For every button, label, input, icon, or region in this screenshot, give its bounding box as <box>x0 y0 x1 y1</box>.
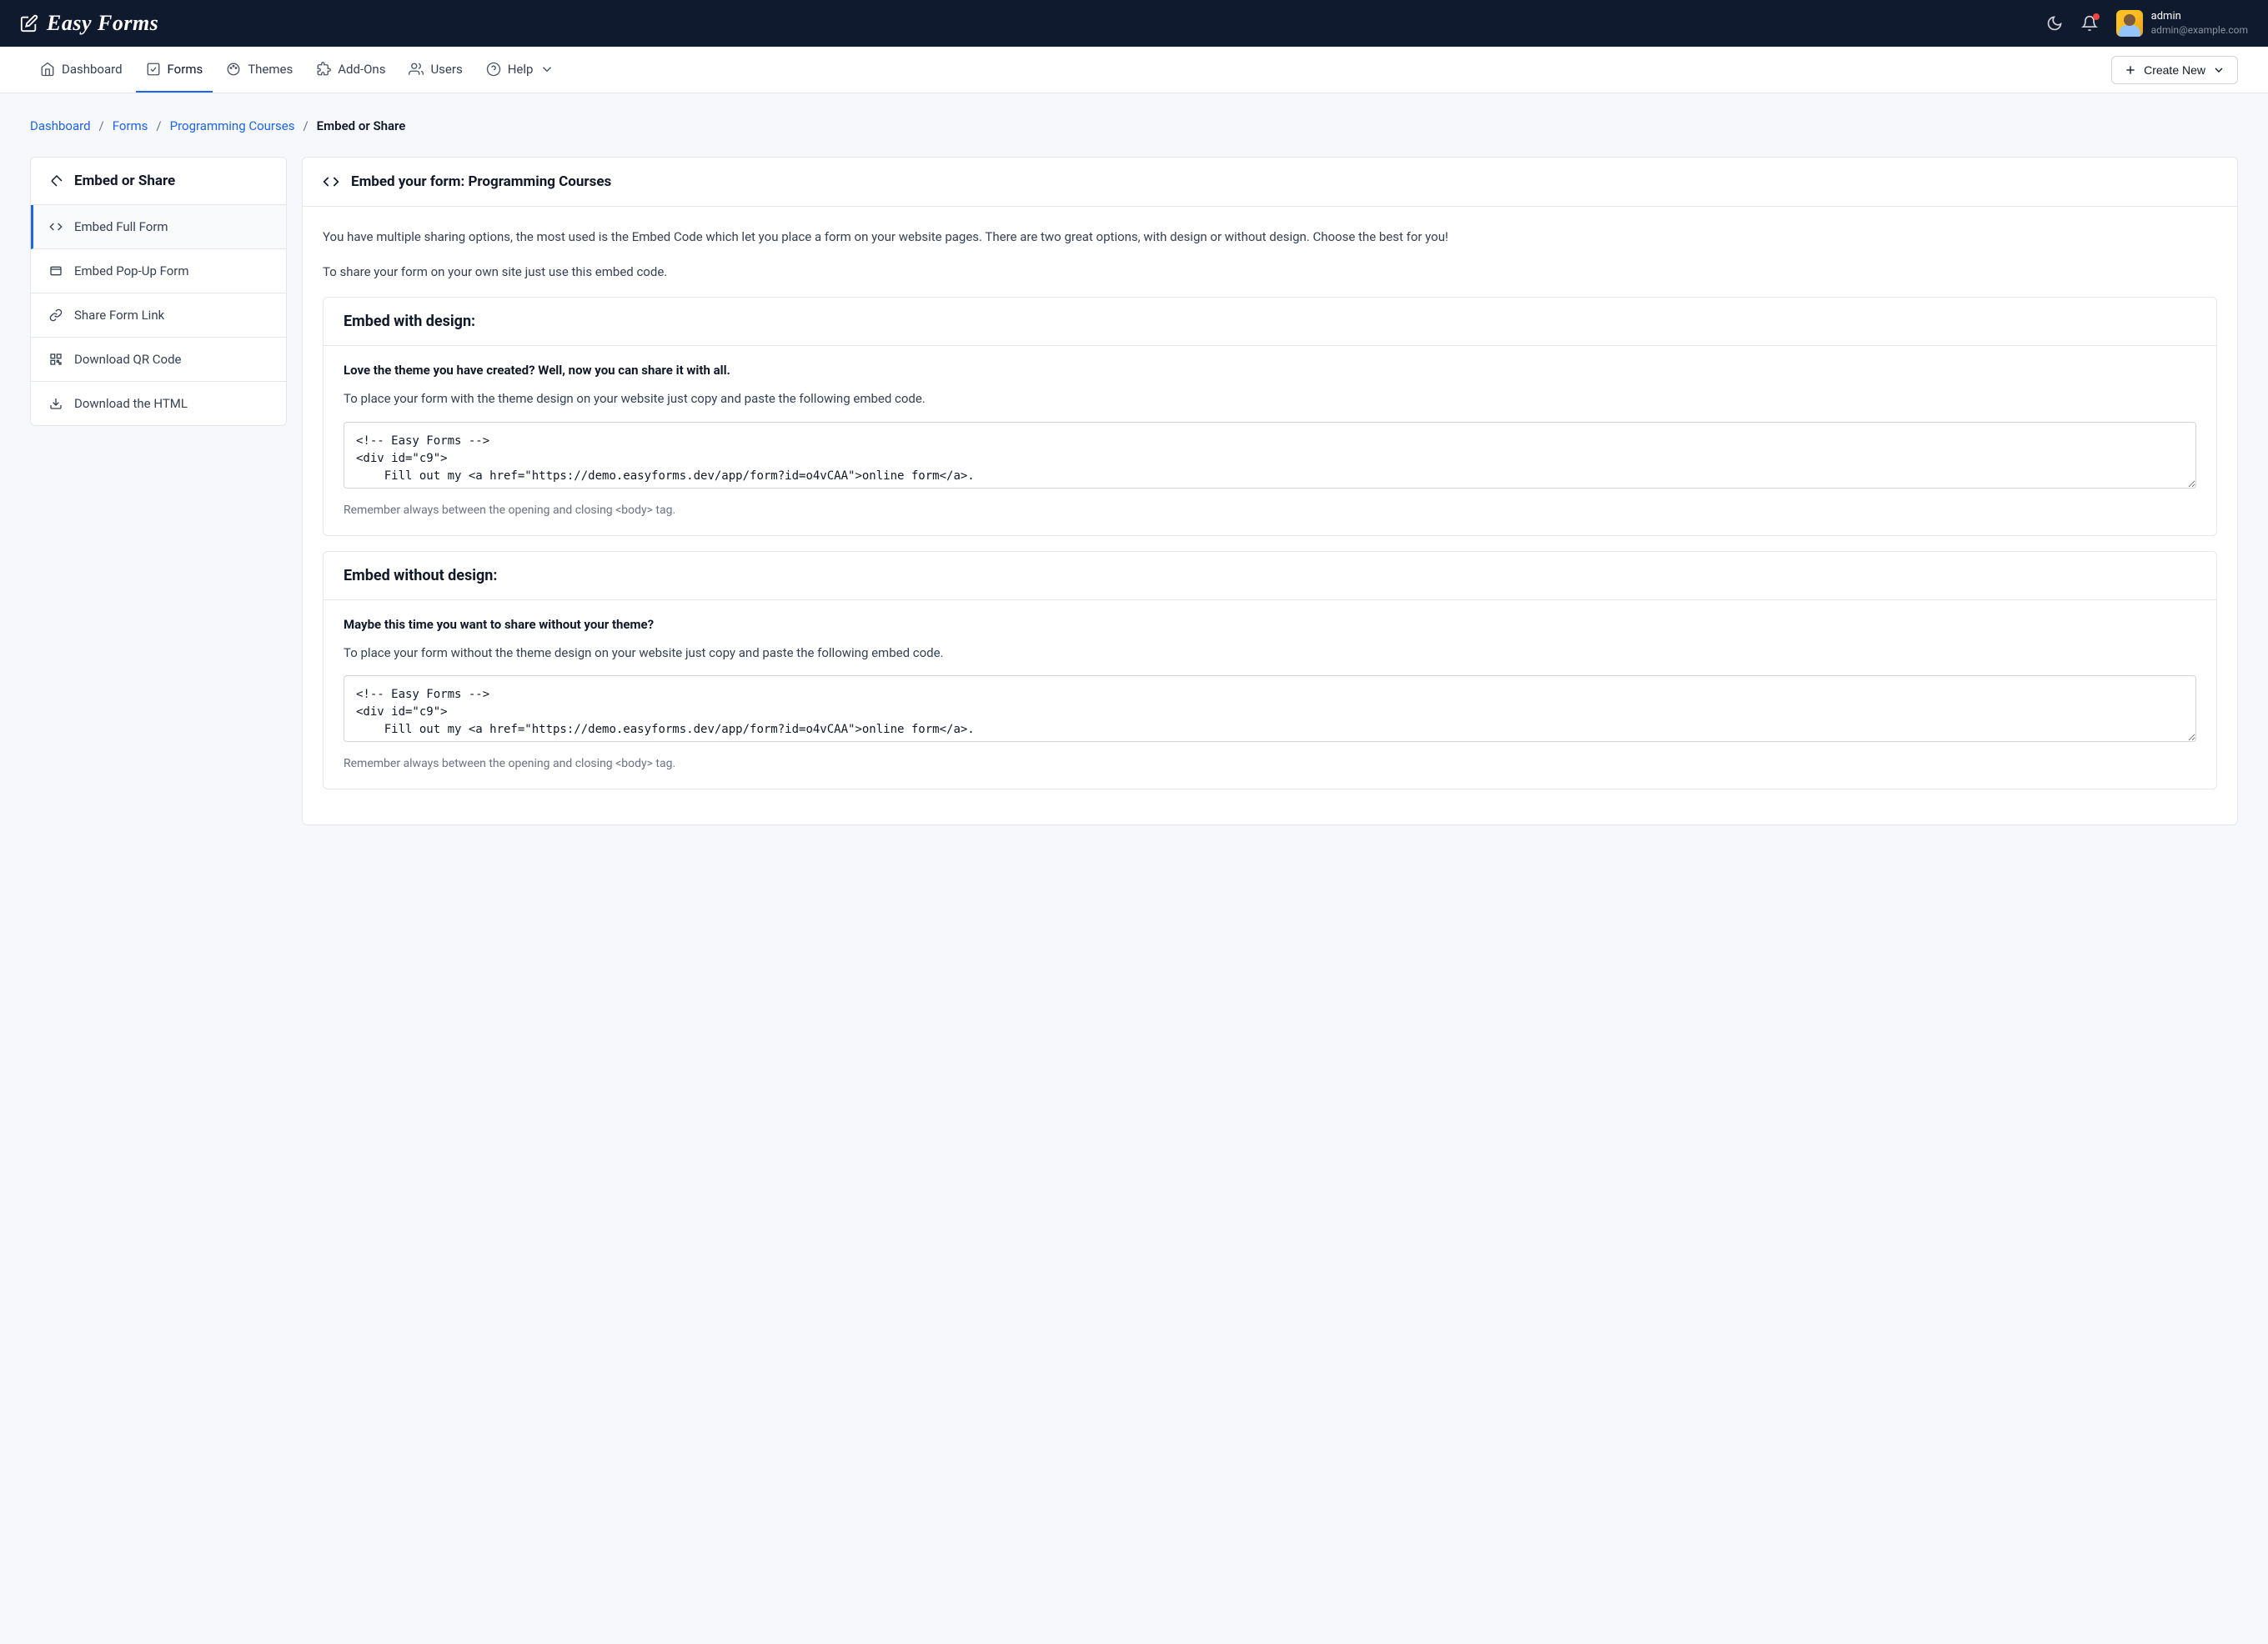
share-icon <box>49 173 64 188</box>
nav-item-label: Users <box>430 62 462 77</box>
embed-code-textarea[interactable] <box>344 422 2196 489</box>
user-name: admin <box>2151 10 2248 24</box>
breadcrumb-sep: / <box>156 118 161 133</box>
embed-without-design: Embed without design: Maybe this time yo… <box>323 551 2217 790</box>
plus-icon <box>2124 63 2137 77</box>
breadcrumb: Dashboard / Forms / Programming Courses … <box>30 118 2238 133</box>
embed-code-textarea[interactable] <box>344 675 2196 742</box>
embed-block-title: Embed with design: <box>344 313 2196 330</box>
embed-block-header: Embed without design: <box>324 552 2216 600</box>
nav-dashboard[interactable]: Dashboard <box>30 47 133 93</box>
create-new-button[interactable]: Create New <box>2111 56 2238 84</box>
breadcrumb-link[interactable]: Programming Courses <box>170 118 295 133</box>
download-icon <box>49 397 63 410</box>
embed-with-design: Embed with design: Love the theme you ha… <box>323 297 2217 536</box>
nav-users[interactable]: Users <box>399 47 472 93</box>
window-icon <box>49 264 63 278</box>
breadcrumb-sep: / <box>303 118 308 133</box>
help-icon <box>486 62 501 77</box>
form-check-icon <box>146 62 161 77</box>
nav-addons[interactable]: Add-Ons <box>306 47 395 93</box>
layout: Embed or Share Embed Full Form Embed Pop… <box>30 157 2238 825</box>
create-new-label: Create New <box>2144 63 2205 77</box>
moon-icon <box>2046 15 2063 32</box>
nav-forms[interactable]: Forms <box>136 47 213 93</box>
embed-hint: Remember always between the opening and … <box>344 504 2196 517</box>
navbar: Dashboard Forms Themes Add-Ons Users Hel… <box>0 47 2268 93</box>
notifications-button[interactable] <box>2081 15 2098 32</box>
code-icon <box>49 220 63 233</box>
sidebar-item-label: Embed Pop-Up Form <box>74 263 189 278</box>
sidebar-item-label: Embed Full Form <box>74 219 168 234</box>
embed-description: To place your form with the theme design… <box>344 389 2196 408</box>
topbar: Easy Forms admin admin@example.com <box>0 0 2268 47</box>
sidebar-item-share-link[interactable]: Share Form Link <box>31 293 286 338</box>
sidebar-item-download-html[interactable]: Download the HTML <box>31 382 286 425</box>
code-icon <box>323 173 339 190</box>
panel-header: Embed your form: Programming Courses <box>303 158 2237 207</box>
sidebar-item-qr[interactable]: Download QR Code <box>31 338 286 382</box>
nav-item-label: Dashboard <box>62 62 123 77</box>
breadcrumb-link[interactable]: Dashboard <box>30 118 91 133</box>
avatar <box>2116 10 2143 37</box>
embed-subheading: Maybe this time you want to share withou… <box>344 617 2196 632</box>
embed-block-header: Embed with design: <box>324 298 2216 346</box>
brand[interactable]: Easy Forms <box>20 11 158 36</box>
users-icon <box>409 62 424 77</box>
panel-body: You have multiple sharing options, the m… <box>303 207 2237 825</box>
user-text: admin admin@example.com <box>2151 10 2248 37</box>
notification-dot <box>2093 13 2100 20</box>
brand-name: Easy Forms <box>47 11 158 36</box>
embed-block-body: Maybe this time you want to share withou… <box>324 600 2216 789</box>
palette-icon <box>226 62 241 77</box>
sidebar-item-embed-full[interactable]: Embed Full Form <box>31 205 286 249</box>
home-icon <box>40 62 55 77</box>
puzzle-icon <box>316 62 331 77</box>
sidebar-header: Embed or Share <box>31 158 286 205</box>
breadcrumb-link[interactable]: Forms <box>113 118 148 133</box>
user-email: admin@example.com <box>2151 24 2248 38</box>
dark-mode-toggle[interactable] <box>2046 15 2063 32</box>
breadcrumb-sep: / <box>99 118 104 133</box>
nav-item-label: Themes <box>248 62 293 77</box>
embed-block-title: Embed without design: <box>344 567 2196 584</box>
nav-help[interactable]: Help <box>476 47 565 93</box>
panel-title: Embed your form: Programming Courses <box>351 173 611 190</box>
topbar-right: admin admin@example.com <box>2046 10 2248 37</box>
user-menu[interactable]: admin admin@example.com <box>2116 10 2248 37</box>
intro-text-2: To share your form on your own site just… <box>323 262 2217 282</box>
intro-text-1: You have multiple sharing options, the m… <box>323 227 2217 247</box>
sidebar-item-label: Download the HTML <box>74 396 188 411</box>
nav-item-label: Help <box>508 62 534 77</box>
sidebar-title: Embed or Share <box>74 173 175 189</box>
nav-item-label: Add-Ons <box>338 62 385 77</box>
qr-icon <box>49 353 63 366</box>
embed-subheading: Love the theme you have created? Well, n… <box>344 363 2196 378</box>
content: Dashboard / Forms / Programming Courses … <box>0 93 2268 875</box>
sidebar-item-label: Share Form Link <box>74 308 164 323</box>
sidebar-item-embed-popup[interactable]: Embed Pop-Up Form <box>31 249 286 293</box>
nav-themes[interactable]: Themes <box>216 47 303 93</box>
embed-hint: Remember always between the opening and … <box>344 757 2196 770</box>
chevron-down-icon <box>539 62 554 77</box>
chevron-down-icon <box>2212 63 2225 77</box>
embed-block-body: Love the theme you have created? Well, n… <box>324 346 2216 535</box>
main-panel: Embed your form: Programming Courses You… <box>302 157 2238 825</box>
sidebar-item-label: Download QR Code <box>74 352 182 367</box>
nav-item-label: Forms <box>168 62 203 77</box>
nav-links: Dashboard Forms Themes Add-Ons Users Hel… <box>30 47 564 93</box>
embed-description: To place your form without the theme des… <box>344 644 2196 663</box>
link-icon <box>49 308 63 322</box>
sidebar: Embed or Share Embed Full Form Embed Pop… <box>30 157 287 426</box>
edit-icon <box>20 14 38 33</box>
breadcrumb-current: Embed or Share <box>317 118 406 133</box>
